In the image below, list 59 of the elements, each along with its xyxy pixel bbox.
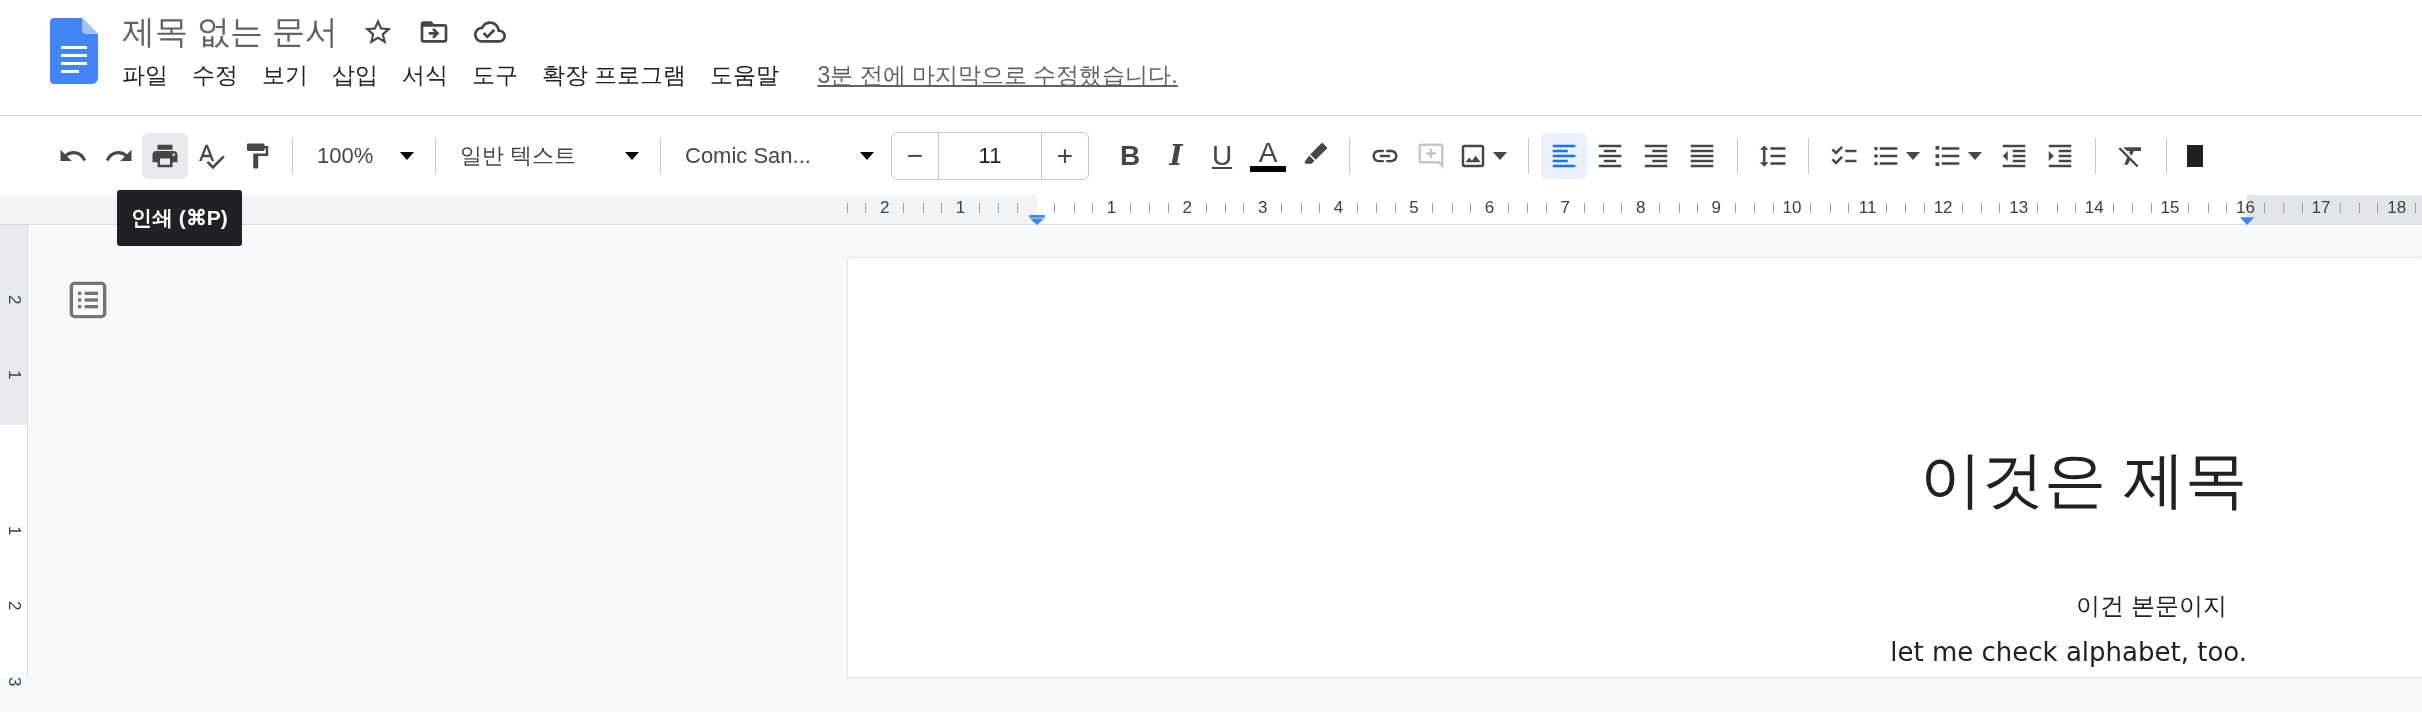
menu-item[interactable]: 보기 (262, 56, 308, 94)
caret-icon (400, 151, 414, 160)
bold-button[interactable]: B (1107, 132, 1153, 179)
text-color-button[interactable]: A (1245, 132, 1291, 179)
document-heading: 이것은 제목 (1918, 444, 2247, 516)
last-edit-link[interactable]: 3분 전에 마지막으로 수정했습니다. (817, 57, 1178, 93)
ruler-number: 2 (1181, 198, 1193, 218)
tooltip: 인쇄 (⌘P) (117, 190, 242, 246)
document-title[interactable]: 제목 없는 문서 (122, 12, 339, 52)
ruler-number: 1 (1105, 198, 1118, 218)
indent-marker[interactable] (1028, 215, 1046, 225)
menu-item[interactable]: 수정 (192, 56, 238, 94)
ruler-number: 1 (3, 525, 25, 538)
font-size-stepper[interactable]: − 11 + (891, 131, 1089, 180)
ruler-number: 3 (1257, 198, 1269, 218)
indent-marker[interactable] (2238, 215, 2256, 225)
menu-item[interactable]: 삽입 (332, 56, 378, 94)
ruler-number: 15 (2159, 198, 2181, 218)
outline-icon[interactable] (68, 280, 108, 320)
ruler-number: 9 (1710, 198, 1723, 218)
menu-item[interactable]: 도움말 (710, 56, 780, 94)
body-text: let me check alphabet, too. (1889, 636, 2247, 669)
ruler-number: 4 (1332, 198, 1345, 218)
font-size-field[interactable]: 11 (938, 132, 1042, 179)
ruler-number: 1 (3, 369, 25, 382)
printer-button[interactable] (142, 132, 188, 179)
ruler-number: 12 (1932, 198, 1954, 218)
style-dropdown[interactable]: 일반 텍스트 (448, 132, 648, 179)
ruler-number: 13 (2008, 198, 2030, 218)
menu-item[interactable]: 서식 (402, 56, 448, 94)
ruler-number: 6 (1483, 198, 1496, 218)
menu-item[interactable]: 파일 (122, 56, 168, 94)
ruler-number: 5 (1408, 198, 1420, 218)
ruler-number: 11 (1857, 198, 1878, 218)
zoom-dropdown[interactable]: 100% (305, 132, 423, 179)
align-left-button[interactable] (1541, 132, 1587, 179)
underline-button[interactable]: U (1199, 132, 1245, 179)
ruler-number: 2 (3, 294, 25, 307)
decrease-button[interactable]: − (892, 132, 938, 179)
italic-button[interactable]: I (1153, 132, 1199, 179)
increase-button[interactable]: + (1042, 132, 1088, 179)
ruler-number: 14 (2083, 198, 2105, 218)
ruler-number: 2 (3, 600, 25, 613)
caret-icon (860, 151, 874, 160)
ruler-number: 8 (1635, 198, 1647, 218)
ruler-number: 10 (1781, 198, 1803, 218)
ruler-number: 7 (1559, 198, 1571, 218)
ruler-number: 17 (2310, 198, 2332, 218)
menu-item[interactable]: 확장 프로그램 (542, 56, 687, 94)
body-text: 이건 본문이지 (2075, 591, 2227, 621)
toolbar-icon[interactable] (2187, 144, 2203, 167)
ruler-number: 16 (2235, 198, 2256, 218)
ruler-number: 1 (954, 198, 967, 218)
ruler-number: 2 (879, 198, 891, 218)
ruler-number: 18 (2386, 198, 2408, 218)
font-dropdown[interactable]: Comic San... (673, 132, 883, 179)
menu-item[interactable]: 도구 (472, 56, 518, 94)
caret-icon (625, 151, 639, 160)
ruler-number: 3 (3, 676, 25, 689)
